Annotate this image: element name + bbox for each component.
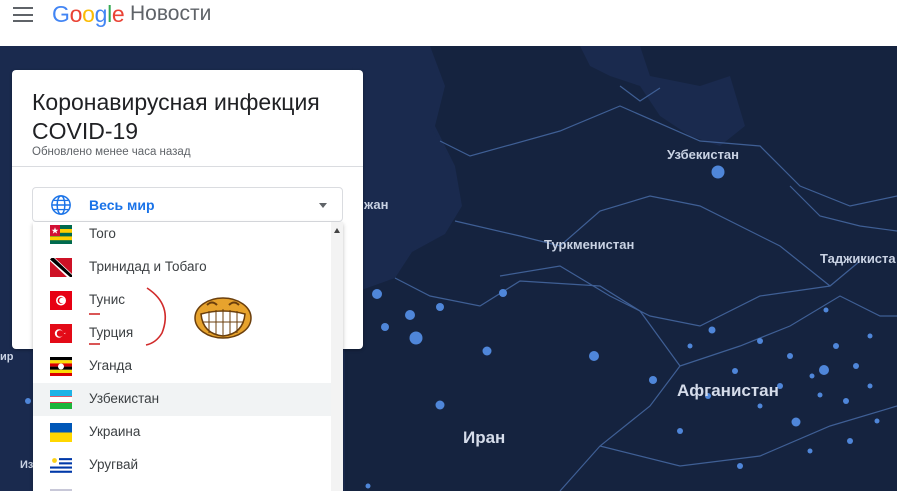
dropdown-item-partial[interactable]	[33, 482, 331, 491]
map-label: Таджикиста	[820, 251, 896, 266]
dropdown-item-uganda[interactable]: Уганда	[33, 350, 331, 383]
dropdown-item-uruguay[interactable]: Уругвай	[33, 449, 331, 482]
map-label: ир	[0, 351, 14, 363]
updated-text: Обновлено менее часа назад	[32, 146, 191, 158]
region-dropdown[interactable]: Того Тринидад и Тобаго Тунис Турция Уган…	[33, 222, 343, 491]
dropdown-item-ukraine[interactable]: Украина	[33, 416, 331, 449]
item-label: Уругвай	[89, 457, 139, 472]
map-label: Иран	[463, 428, 506, 447]
red-underline-mark	[89, 343, 100, 345]
menu-icon[interactable]	[12, 7, 34, 25]
top-bar: Google Новости	[0, 0, 897, 46]
uruguay-flag-icon	[50, 456, 72, 475]
logo-letter: g	[94, 1, 108, 27]
red-annotation-marks	[145, 287, 166, 346]
region-value: Весь мир	[89, 197, 155, 213]
map-label: Из	[20, 459, 34, 471]
dropdown-item-tunisia[interactable]: Тунис	[33, 284, 331, 317]
uzbekistan-flag-icon	[50, 390, 72, 409]
card-title: Коронавирусная инфекция COVID-19	[32, 89, 320, 144]
ukraine-flag-icon	[50, 423, 72, 442]
region-select[interactable]: Весь мир	[32, 187, 343, 222]
dropdown-item-uzbekistan[interactable]: Узбекистан	[33, 383, 331, 416]
map-label: Афганистан	[677, 381, 779, 400]
map-label: Туркменистан	[544, 237, 635, 252]
item-label: Тринидад и Тобаго	[89, 259, 207, 274]
scroll-up-arrow-icon[interactable]	[334, 228, 340, 233]
product-name[interactable]: Новости	[130, 2, 211, 26]
globe-icon	[51, 195, 71, 215]
divider	[12, 166, 363, 167]
item-label: Уганда	[89, 358, 132, 373]
item-label: Того	[89, 226, 116, 241]
map-label: жан	[364, 197, 389, 212]
item-label: Тунис	[89, 292, 125, 307]
logo-letter: o	[82, 1, 95, 27]
tunisia-flag-icon	[50, 291, 72, 310]
item-label: Узбекистан	[89, 391, 160, 406]
dropdown-item-togo[interactable]: Того	[33, 222, 331, 251]
chevron-down-icon	[319, 203, 327, 208]
uganda-flag-icon	[50, 357, 72, 376]
trinidad-flag-icon	[50, 258, 72, 277]
logo-letter: o	[69, 1, 83, 27]
dropdown-item-trinidad[interactable]: Тринидад и Тобаго	[33, 251, 331, 284]
red-underline-mark	[89, 313, 100, 315]
logo-letter: e	[111, 1, 125, 27]
item-label: Турция	[89, 325, 134, 340]
togo-flag-icon	[50, 225, 72, 244]
turkey-flag-icon	[50, 324, 72, 343]
item-label: Украина	[89, 424, 141, 439]
scrollbar[interactable]	[331, 222, 343, 491]
map-label: Узбекистан	[667, 147, 740, 162]
dropdown-item-turkey[interactable]: Турция	[33, 317, 331, 350]
google-logo[interactable]: Google	[52, 1, 125, 28]
laughing-smiley-icon	[194, 297, 252, 339]
logo-letter: G	[52, 1, 70, 27]
